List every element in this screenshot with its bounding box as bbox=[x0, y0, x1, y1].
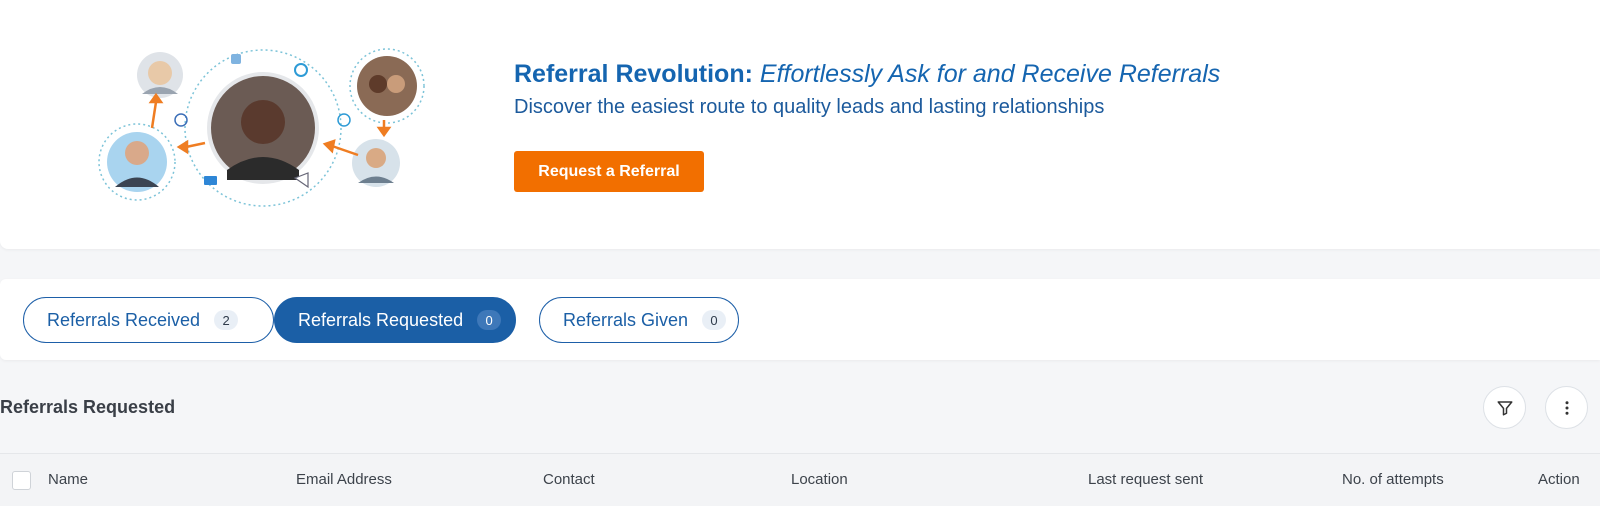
referral-hero-banner: Referral Revolution: Effortlessly Ask fo… bbox=[0, 0, 1600, 249]
column-header-action: Action bbox=[1538, 471, 1580, 488]
column-header-contact[interactable]: Contact bbox=[543, 471, 595, 488]
filter-button[interactable] bbox=[1483, 386, 1526, 429]
column-header-email[interactable]: Email Address bbox=[296, 471, 392, 488]
hero-title: Referral Revolution: Effortlessly Ask fo… bbox=[514, 60, 1220, 89]
tab-count-badge: 0 bbox=[702, 310, 727, 330]
column-header-attempts[interactable]: No. of attempts bbox=[1342, 471, 1444, 488]
tab-referrals-requested[interactable]: Referrals Requested 0 bbox=[274, 297, 516, 343]
filter-icon bbox=[1497, 400, 1512, 415]
hero-title-bold: Referral Revolution: bbox=[514, 60, 753, 88]
more-options-button[interactable] bbox=[1545, 386, 1588, 429]
tab-label: Referrals Given bbox=[563, 309, 689, 330]
column-header-name[interactable]: Name bbox=[48, 471, 88, 488]
select-all-checkbox[interactable] bbox=[12, 471, 31, 490]
column-header-last-request-sent[interactable]: Last request sent bbox=[1088, 471, 1203, 488]
tab-label: Referrals Requested bbox=[298, 309, 464, 330]
tab-count-badge: 2 bbox=[214, 310, 239, 330]
referral-network-illustration bbox=[98, 48, 425, 207]
tab-referrals-given[interactable]: Referrals Given 0 bbox=[539, 297, 739, 343]
tab-count-badge: 0 bbox=[477, 310, 502, 330]
tab-label: Referrals Received bbox=[47, 309, 201, 330]
referral-tabs: Referrals Received 2 Referrals Requested… bbox=[0, 279, 1600, 360]
table-header: Name Email Address Contact Location Last… bbox=[0, 453, 1600, 506]
section-title: Referrals Requested bbox=[0, 397, 176, 417]
request-referral-button[interactable]: Request a Referral bbox=[514, 151, 704, 192]
more-vertical-icon bbox=[1565, 400, 1568, 415]
hero-title-italic: Effortlessly Ask for and Receive Referra… bbox=[759, 60, 1221, 88]
tab-referrals-received[interactable]: Referrals Received 2 bbox=[23, 297, 274, 343]
hero-subtitle: Discover the easiest route to quality le… bbox=[514, 96, 1105, 118]
column-header-location[interactable]: Location bbox=[791, 471, 848, 488]
